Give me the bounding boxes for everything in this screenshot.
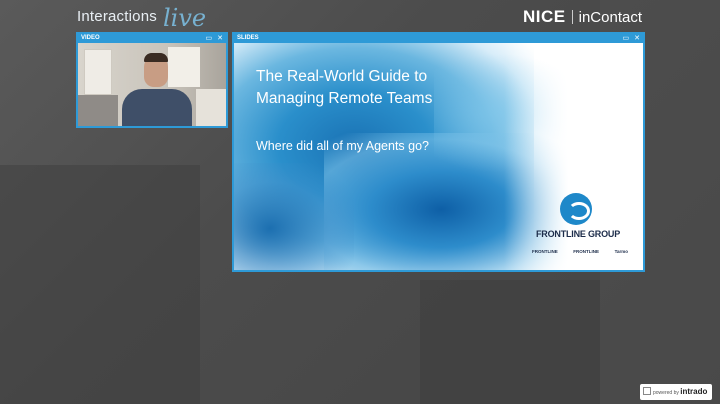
video-panel-title: VIDEO [81, 35, 100, 41]
slide-content: The Real-World Guide to Managing Remote … [234, 43, 643, 270]
frontline-logo-name: FRONTLINE GROUP [536, 229, 620, 239]
background-shape [0, 165, 200, 404]
close-icon[interactable]: ✕ [217, 35, 223, 42]
powered-by-text: powered by [653, 390, 679, 396]
presenter-silhouette [122, 89, 192, 126]
video-panel-titlebar[interactable]: VIDEO ▭ ✕ [78, 34, 226, 43]
logo-divider [571, 10, 573, 24]
maximize-icon[interactable]: ▭ [206, 35, 213, 42]
sub-brand: Tarmo [614, 249, 628, 254]
slide-title-line: Managing Remote Teams [256, 90, 433, 107]
frontline-group-logo: FRONTLINE GROUP FRONTLINE FRONTLINE Tarm… [528, 193, 628, 267]
slide-title: The Real-World Guide to Managing Remote … [256, 66, 516, 110]
video-feed [78, 43, 226, 126]
nice-incontact-logo: NICE inContact [523, 7, 642, 27]
frontline-logo-icon [560, 193, 592, 225]
slide-subtitle: Where did all of my Agents go? [256, 139, 430, 153]
slides-panel[interactable]: SLIDES ▭ ✕ The Real-World Guide to Manag… [232, 32, 645, 272]
background-shape [420, 280, 600, 404]
slides-panel-titlebar[interactable]: SLIDES ▭ ✕ [234, 34, 643, 43]
maximize-icon[interactable]: ▭ [623, 35, 630, 42]
nice-logo-text: NICE [523, 7, 566, 26]
intrado-logo-text: intrado [680, 387, 708, 396]
video-panel[interactable]: VIDEO ▭ ✕ [76, 32, 228, 128]
logo-text: Interactions [77, 8, 157, 25]
powered-by-badge[interactable]: powered by intrado [640, 384, 712, 400]
incontact-logo-text: inContact [578, 9, 642, 26]
frontline-sub-brands: FRONTLINE FRONTLINE Tarmo [532, 249, 628, 254]
sub-brand: FRONTLINE [573, 249, 600, 254]
slides-panel-title: SLIDES [237, 35, 259, 41]
slide-title-line: The Real-World Guide to [256, 68, 428, 85]
checkbox-icon [643, 387, 651, 395]
sub-brand: FRONTLINE [532, 249, 558, 254]
close-icon[interactable]: ✕ [634, 35, 640, 42]
logo-script-text: live [163, 4, 207, 32]
